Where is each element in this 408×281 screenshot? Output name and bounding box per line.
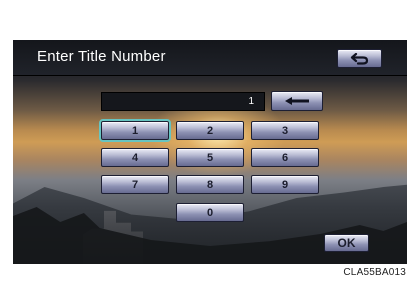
key-7[interactable]: 7 xyxy=(101,175,169,194)
ok-button[interactable]: OK xyxy=(324,234,369,252)
back-button[interactable] xyxy=(337,49,382,68)
key-9[interactable]: 9 xyxy=(251,175,319,194)
key-8[interactable]: 8 xyxy=(176,175,244,194)
key-6[interactable]: 6 xyxy=(251,148,319,167)
title-bar: Enter Title Number xyxy=(13,40,407,76)
figure-caption: CLA55BA013 xyxy=(343,267,406,278)
backspace-button[interactable] xyxy=(271,91,323,111)
page-title: Enter Title Number xyxy=(37,48,166,65)
nav-screen: Enter Title Number 1 1 2 3 4 5 6 7 8 9 0… xyxy=(13,40,407,264)
return-arrow-icon xyxy=(350,52,368,65)
number-display: 1 xyxy=(101,92,265,111)
key-4[interactable]: 4 xyxy=(101,148,169,167)
key-0[interactable]: 0 xyxy=(176,203,244,222)
left-arrow-icon xyxy=(285,97,309,105)
key-2[interactable]: 2 xyxy=(176,121,244,140)
key-1[interactable]: 1 xyxy=(99,119,171,142)
key-3[interactable]: 3 xyxy=(251,121,319,140)
key-5[interactable]: 5 xyxy=(176,148,244,167)
